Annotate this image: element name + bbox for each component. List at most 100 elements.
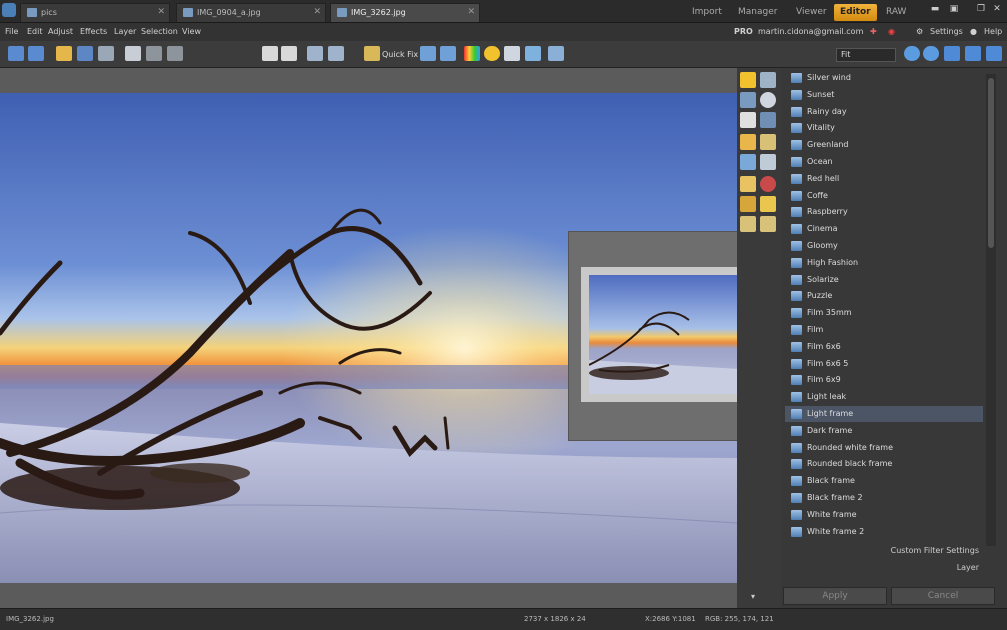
filter-item[interactable]: Red hell xyxy=(785,171,983,187)
select-tool-icon[interactable] xyxy=(740,92,756,108)
filter-item[interactable]: Vitality xyxy=(785,120,983,136)
zoom-select[interactable]: Fit xyxy=(836,48,896,62)
filter-item[interactable]: Silver wind xyxy=(785,70,983,86)
filter-item[interactable]: Dark frame xyxy=(785,423,983,439)
fit-screen-icon[interactable] xyxy=(965,46,981,61)
cancel-button[interactable]: Cancel xyxy=(891,587,995,605)
app-logo-icon[interactable] xyxy=(2,3,16,17)
image-canvas-area[interactable] xyxy=(0,68,780,608)
copy-icon[interactable] xyxy=(125,46,141,61)
filter-item[interactable]: Black frame xyxy=(785,473,983,489)
mode-tab-viewer[interactable]: Viewer xyxy=(790,4,833,21)
filter-item[interactable]: Film 6x6 5 xyxy=(785,356,983,372)
undo-icon[interactable] xyxy=(8,46,24,61)
mode-tab-editor[interactable]: Editor xyxy=(834,4,877,21)
account-email[interactable]: martin.cidona@gmail.com xyxy=(758,27,863,36)
menu-layer[interactable]: Layer xyxy=(114,27,136,36)
light-bulb-icon[interactable] xyxy=(484,46,500,61)
mode-tab-manager[interactable]: Manager xyxy=(732,4,783,21)
align-left-icon[interactable] xyxy=(262,46,278,61)
zoom-tool-icon[interactable] xyxy=(760,92,776,108)
filter-item[interactable]: Rainy day xyxy=(785,104,983,120)
filter-item[interactable]: Film 6x9 xyxy=(785,372,983,388)
filter-item[interactable]: Greenland xyxy=(785,137,983,153)
filter-item[interactable]: Gloomy xyxy=(785,238,983,254)
filter-item[interactable]: White frame xyxy=(785,507,983,523)
filter-item[interactable]: White frame 2 xyxy=(785,524,983,540)
align-right-icon[interactable] xyxy=(281,46,297,61)
window-single-icon[interactable] xyxy=(307,46,323,61)
magic-fix-icon[interactable] xyxy=(740,72,756,88)
custom-filter-settings-link[interactable]: Custom Filter Settings xyxy=(891,546,979,555)
menu-view[interactable]: View xyxy=(182,27,201,36)
filter-item[interactable]: Rounded white frame xyxy=(785,440,983,456)
filter-item[interactable]: Solarize xyxy=(785,272,983,288)
filter-item[interactable]: Ocean xyxy=(785,154,983,170)
settings-gear-icon[interactable]: ⚙ xyxy=(916,27,923,36)
quick-fix-label[interactable]: Quick Fix xyxy=(382,50,418,59)
crop-icon[interactable] xyxy=(420,46,436,61)
stamp-icon[interactable] xyxy=(740,196,756,212)
resize-tool-icon[interactable] xyxy=(740,154,756,170)
menu-file[interactable]: File xyxy=(5,27,18,36)
filter-item[interactable]: Black frame 2 xyxy=(785,490,983,506)
filter-item[interactable]: Raspberry xyxy=(785,204,983,220)
apply-button[interactable]: Apply xyxy=(783,587,887,605)
open-folder-icon[interactable] xyxy=(56,46,72,61)
picture-effects-icon[interactable] xyxy=(525,46,541,61)
filter-item[interactable]: Coffe xyxy=(785,188,983,204)
fullscreen-icon[interactable] xyxy=(986,46,1002,61)
close-tab-icon[interactable]: ✕ xyxy=(157,7,165,17)
filter-item[interactable]: Rounded black frame xyxy=(785,456,983,472)
filter-item[interactable]: Light frame xyxy=(785,406,983,422)
print-tool-icon[interactable] xyxy=(760,72,776,88)
transform-icon[interactable] xyxy=(760,154,776,170)
perspective-icon[interactable] xyxy=(760,134,776,150)
straighten-icon[interactable] xyxy=(740,134,756,150)
minimize-icon[interactable]: ▬ xyxy=(928,4,942,17)
save-icon[interactable] xyxy=(77,46,93,61)
window-tiled-icon[interactable] xyxy=(328,46,344,61)
hand-tool-icon[interactable] xyxy=(740,112,756,128)
red-eye-icon[interactable] xyxy=(760,176,776,192)
cut-icon[interactable] xyxy=(146,46,162,61)
close-tab-icon[interactable]: ✕ xyxy=(467,7,475,17)
filter-item[interactable]: Film 6x6 xyxy=(785,339,983,355)
restore-icon[interactable]: ❐ xyxy=(974,4,988,17)
resize-icon[interactable] xyxy=(440,46,456,61)
zoom-out-icon[interactable] xyxy=(923,46,939,61)
tab-document-0[interactable]: pics ✕ xyxy=(20,3,170,22)
mode-tab-import[interactable]: Import xyxy=(686,4,728,21)
export-icon[interactable] xyxy=(548,46,564,61)
layout-icon[interactable]: ▣ xyxy=(947,4,961,17)
text-tool-icon[interactable] xyxy=(760,196,776,212)
filter-item[interactable]: Light leak xyxy=(785,389,983,405)
tab-document-2[interactable]: IMG_3262.jpg ✕ xyxy=(330,3,480,22)
menu-selection[interactable]: Selection xyxy=(141,27,178,36)
filter-item[interactable]: Puzzle xyxy=(785,288,983,304)
help-icon[interactable]: ● xyxy=(970,27,977,36)
filter-item[interactable]: Cinema xyxy=(785,221,983,237)
filter-item[interactable]: Sunset xyxy=(785,87,983,103)
filter-item[interactable]: High Fashion xyxy=(785,255,983,271)
filter-item[interactable]: Film 35mm xyxy=(785,305,983,321)
pencil-icon[interactable] xyxy=(760,216,776,232)
filter-scrollbar[interactable] xyxy=(986,74,996,546)
menu-edit[interactable]: Edit xyxy=(27,27,43,36)
quick-fix-icon[interactable] xyxy=(364,46,380,61)
mode-tab-raw[interactable]: RAW xyxy=(880,4,912,21)
paste-icon[interactable] xyxy=(167,46,183,61)
sharpen-icon[interactable] xyxy=(504,46,520,61)
menu-adjust[interactable]: Adjust xyxy=(48,27,73,36)
crop-tool-icon[interactable] xyxy=(760,112,776,128)
filter-item[interactable]: Film xyxy=(785,322,983,338)
image-tool-icon[interactable] xyxy=(740,176,756,192)
print-icon[interactable] xyxy=(98,46,114,61)
redo-icon[interactable] xyxy=(28,46,44,61)
close-tab-icon[interactable]: ✕ xyxy=(313,7,321,17)
tab-document-1[interactable]: IMG_0904_a.jpg ✕ xyxy=(176,3,326,22)
menu-effects[interactable]: Effects xyxy=(80,27,107,36)
color-icon[interactable] xyxy=(464,46,480,61)
notification-icon[interactable]: ✚ xyxy=(870,27,877,36)
help-link[interactable]: Help xyxy=(984,27,1002,36)
